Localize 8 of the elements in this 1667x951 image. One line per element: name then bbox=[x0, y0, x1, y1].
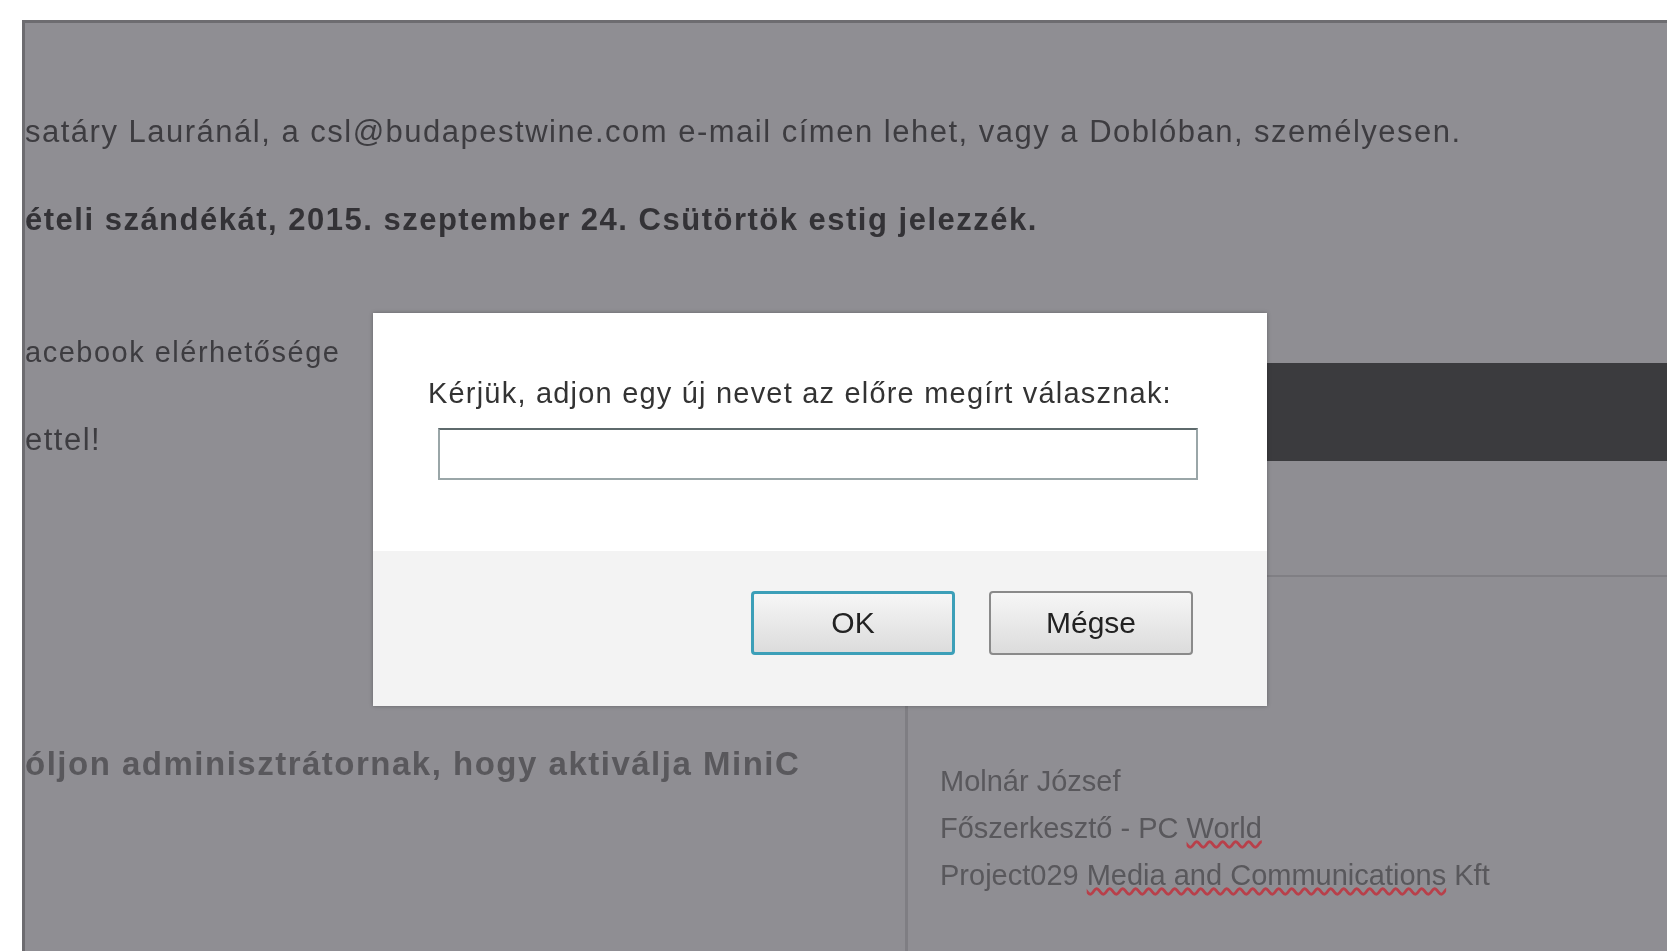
message-text: ettel! bbox=[25, 425, 102, 455]
message-text: acebook elérhetősége bbox=[25, 337, 341, 367]
dialog-prompt: Kérjük, adjon egy új nevet az előre megírt válasznak: bbox=[428, 377, 1173, 410]
dialog-button[interactable]: OK bbox=[751, 591, 955, 655]
message-text: satáry Lauránál, a csl@budapestwine.com e-mail címen lehet, vagy a Doblóban, személyesen. bbox=[25, 117, 1462, 147]
dialog-button[interactable]: Mégse bbox=[989, 591, 1193, 655]
message-text: ételi szándékát, 2015. szeptember 24. Csütörtök estig jelezzék. bbox=[25, 205, 1038, 235]
name-input-field[interactable] bbox=[438, 428, 1198, 480]
